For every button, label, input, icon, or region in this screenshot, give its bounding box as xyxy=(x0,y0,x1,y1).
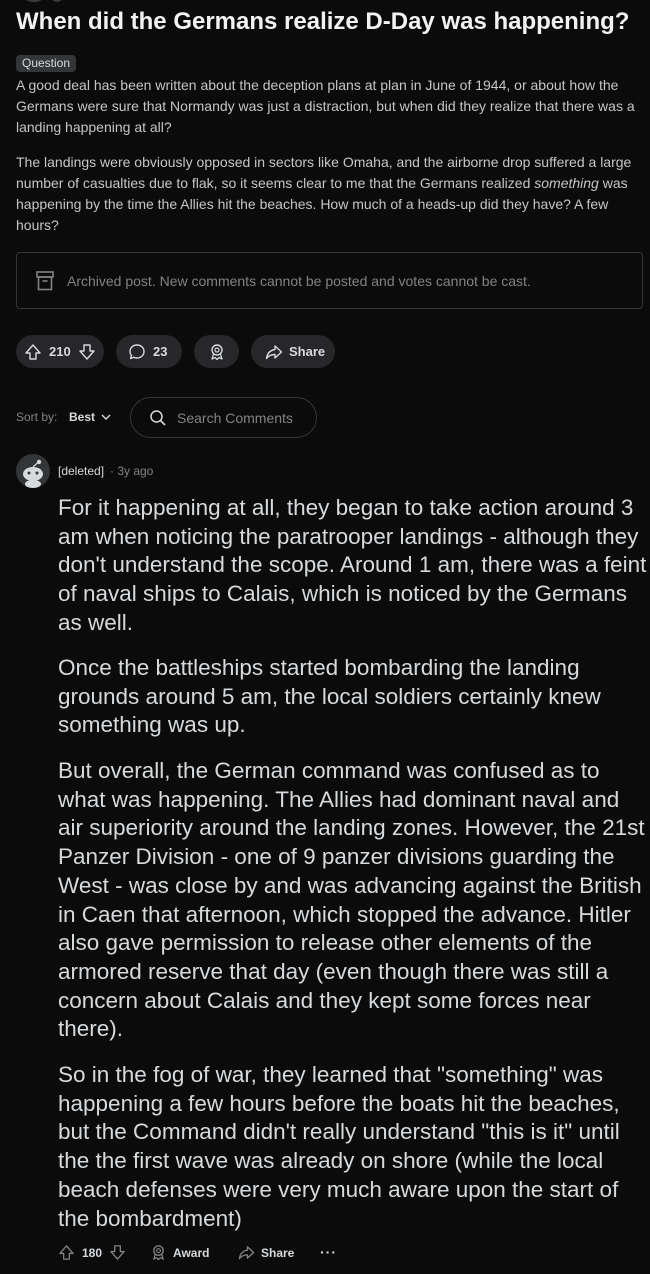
comment-share-button[interactable]: Share xyxy=(238,1244,294,1261)
comment-vote-control: 180 xyxy=(58,1244,126,1261)
comment-award-button[interactable]: Award xyxy=(150,1244,209,1261)
downvote-icon[interactable] xyxy=(109,1244,126,1261)
post-body-paragraph-2: The landings were obviously opposed in s… xyxy=(16,152,641,236)
comment-paragraph-2: Once the battleships started bombarding … xyxy=(58,655,601,738)
downvote-icon[interactable] xyxy=(78,343,96,361)
post-flair[interactable]: Question xyxy=(16,55,77,72)
previous-element-peek-dot xyxy=(52,0,62,2)
share-button[interactable]: Share xyxy=(251,335,335,368)
sort-value: Best xyxy=(69,410,96,424)
comment-timestamp: · 3y ago xyxy=(110,464,154,478)
search-comments-input[interactable] xyxy=(175,408,309,427)
archived-notice: Archived post. New comments cannot be po… xyxy=(16,252,643,309)
sort-dropdown[interactable]: Best xyxy=(69,410,111,424)
comment-award-label: Award xyxy=(173,1245,210,1260)
comment-paragraph-1: For it happening at all, they began to t… xyxy=(58,495,647,635)
archive-icon xyxy=(36,271,54,291)
comment-paragraph-4: So in the fog of war, they learned that … xyxy=(58,1062,620,1231)
comments-button[interactable]: 23 xyxy=(116,335,182,368)
comment-author[interactable]: [deleted] xyxy=(58,464,104,478)
upvote-icon[interactable] xyxy=(58,1244,75,1261)
avatar-icon[interactable] xyxy=(16,454,50,488)
more-icon[interactable]: ··· xyxy=(320,1244,337,1260)
previous-element-peek xyxy=(24,0,44,2)
post-body-paragraph-1: A good deal has been written about the d… xyxy=(16,77,635,135)
search-icon xyxy=(150,409,166,426)
share-label: Share xyxy=(289,344,326,359)
archived-notice-text: Archived post. New comments cannot be po… xyxy=(67,273,531,289)
chevron-down-icon xyxy=(101,414,111,420)
comment-share-label: Share xyxy=(261,1245,295,1260)
award-icon xyxy=(210,343,223,360)
post-body-emphasis: something xyxy=(534,175,599,191)
post-vote-count: 210 xyxy=(49,344,71,359)
post-title: When did the Germans realize D-Day was h… xyxy=(16,8,630,35)
award-icon xyxy=(153,1245,164,1261)
search-comments-box[interactable] xyxy=(130,397,317,438)
comment-icon xyxy=(129,343,145,359)
comment-paragraph-3: But overall, the German command was conf… xyxy=(58,758,645,1042)
share-icon xyxy=(238,1246,255,1260)
upvote-icon[interactable] xyxy=(24,343,42,361)
comment-count: 23 xyxy=(153,344,168,359)
comment-vote-count: 180 xyxy=(82,1245,103,1260)
award-button[interactable] xyxy=(194,335,239,368)
sort-label: Sort by: xyxy=(16,410,58,424)
post-vote-control: 210 xyxy=(16,335,104,368)
share-icon xyxy=(265,344,283,359)
